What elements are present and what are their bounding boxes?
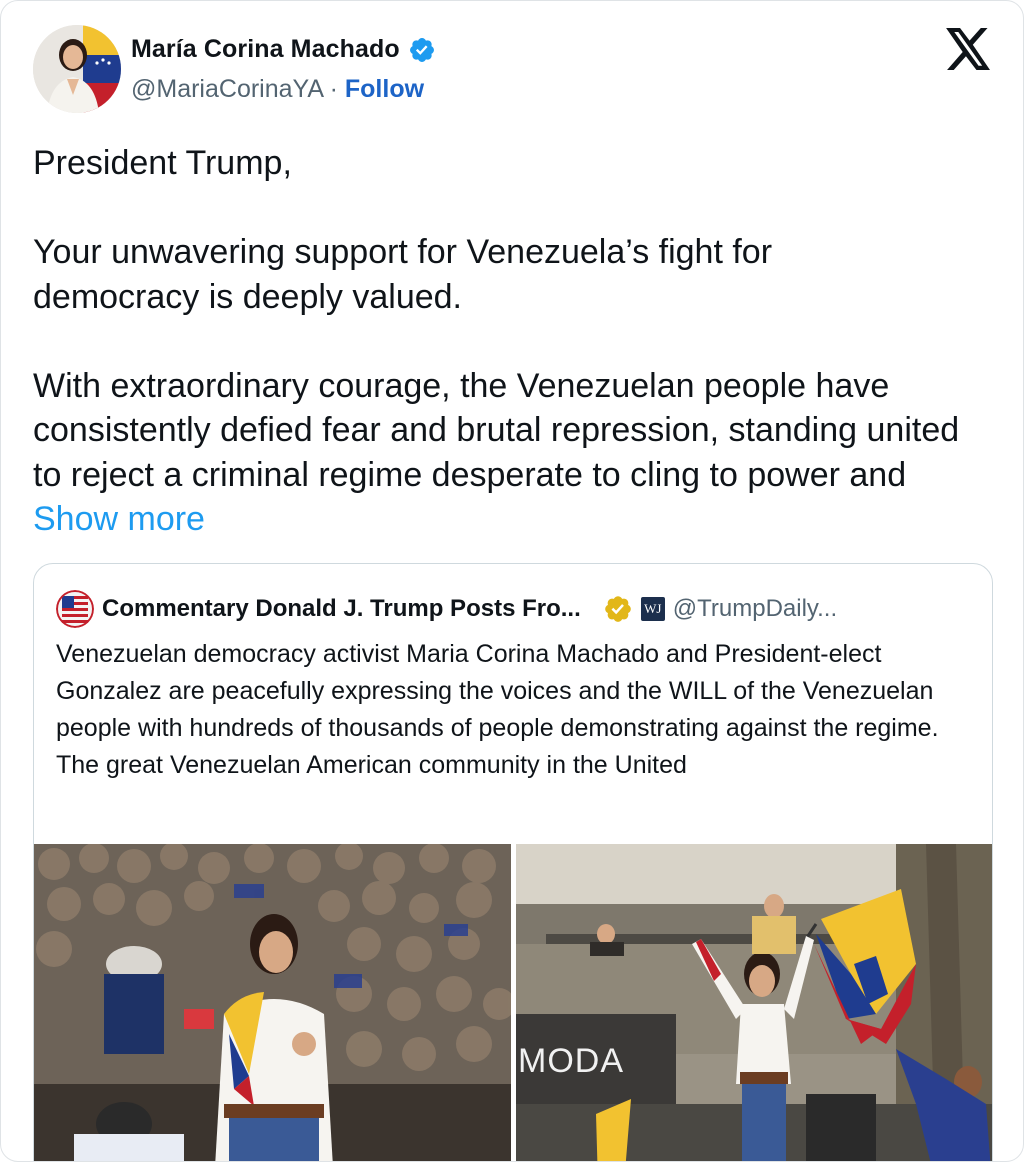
affiliate-badge: WJ bbox=[640, 597, 665, 621]
quote-body: Venezuelan democracy activist Maria Cori… bbox=[56, 640, 939, 779]
verified-badge-icon bbox=[409, 37, 434, 62]
author-avatar[interactable] bbox=[33, 25, 121, 113]
tweet-paragraph-1: Your unwavering support for Venezuela’s … bbox=[33, 233, 782, 316]
gold-verified-badge-icon bbox=[604, 596, 631, 622]
tweet-greeting: President Trump, bbox=[33, 144, 292, 182]
moda-sign: MODA bbox=[518, 1042, 624, 1080]
author-handle[interactable]: @MariaCorinaYA bbox=[131, 75, 323, 103]
quote-author-handle[interactable]: @TrumpDaily... bbox=[673, 595, 837, 623]
tweet-paragraph-2-text: With extraordinary courage, the Venezuel… bbox=[33, 366, 969, 494]
author-name[interactable]: María Corina Machado bbox=[131, 35, 400, 64]
rally-crowd-image[interactable] bbox=[34, 844, 511, 1162]
quote-author-avatar[interactable] bbox=[56, 590, 94, 628]
tweet-card: María Corina Machado @MariaCorinaYA · Fo… bbox=[0, 0, 1024, 1162]
follow-button[interactable]: Follow bbox=[345, 75, 424, 103]
rally-flag-image[interactable] bbox=[516, 844, 992, 1162]
tweet-paragraph-2: With extraordinary courage, the Venezuel… bbox=[33, 364, 993, 542]
quoted-tweet[interactable]: Commentary Donald J. Trump Posts Fro... … bbox=[33, 563, 993, 1162]
x-logo-icon[interactable] bbox=[946, 28, 992, 70]
tweet-body: President Trump, Your unwavering support… bbox=[33, 141, 993, 542]
show-more-link[interactable]: Show more bbox=[33, 500, 205, 538]
quote-author-name[interactable]: Commentary Donald J. Trump Posts Fro... bbox=[102, 595, 581, 623]
separator-dot: · bbox=[329, 75, 338, 103]
quote-media[interactable]: MODA bbox=[34, 844, 992, 1162]
